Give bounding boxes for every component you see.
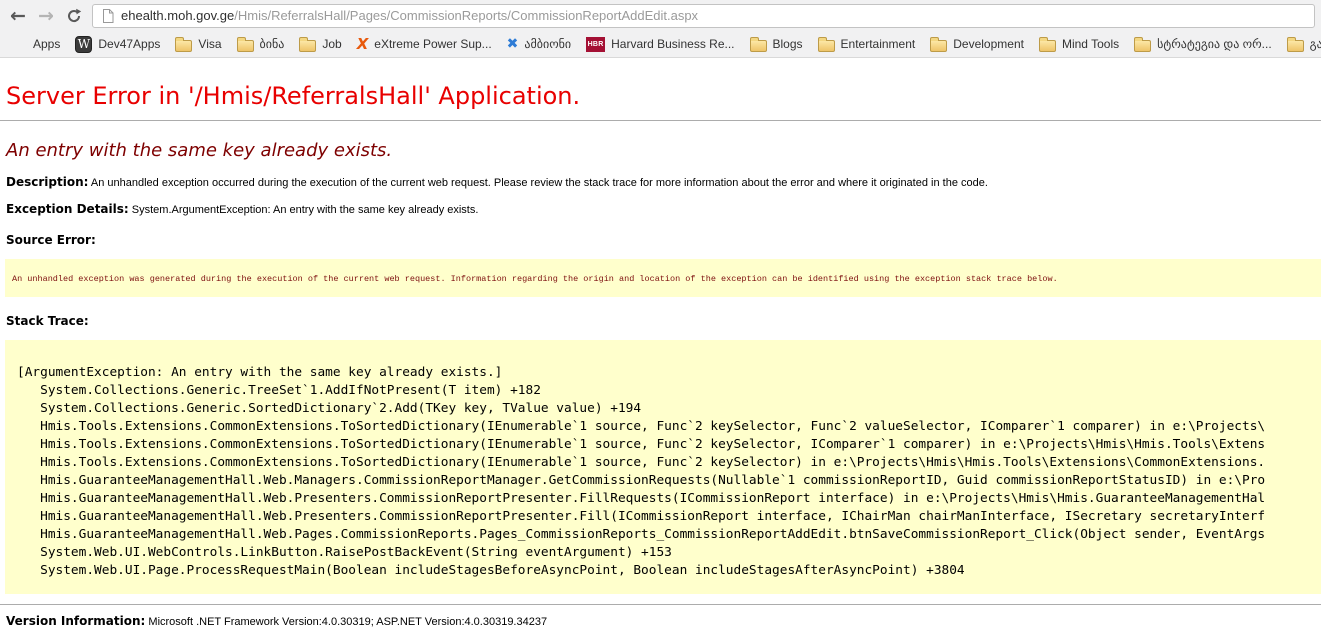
bookmark-item[interactable]: ბინა — [230, 33, 292, 55]
folder-icon — [175, 40, 192, 52]
apps-grid-icon — [13, 37, 27, 51]
source-error-label: Source Error: — [6, 233, 96, 247]
description-label: Description: — [6, 175, 88, 189]
folder-icon — [1039, 40, 1056, 52]
forward-icon[interactable]: → — [32, 3, 60, 29]
url-path: /Hmis/ReferralsHall/Pages/CommissionRepo… — [234, 8, 698, 23]
stack-trace-text: [ArgumentException: An entry with the sa… — [5, 340, 1321, 594]
bookmark-label: Mind Tools — [1062, 37, 1119, 51]
folder-icon — [818, 40, 835, 52]
bookmark-label: Visa — [198, 37, 221, 51]
x-letter-icon: X — [357, 37, 369, 52]
folder-icon — [1134, 40, 1151, 52]
bookmark-label: Dev47Apps — [98, 37, 160, 51]
bookmark-label: ბინა — [260, 37, 285, 51]
error-page: Server Error in '/Hmis/ReferralsHall' Ap… — [0, 58, 1321, 628]
url-host: ehealth.moh.gov.ge — [121, 8, 234, 23]
bookmark-label: სტრატეგია და ორ... — [1157, 37, 1272, 51]
folder-icon — [237, 40, 254, 52]
stack-trace-label: Stack Trace: — [6, 314, 89, 328]
bookmark-label: ამბიონი — [524, 37, 571, 51]
bookmark-item[interactable]: Mind Tools — [1032, 33, 1126, 55]
error-title: Server Error in '/Hmis/ReferralsHall' Ap… — [6, 82, 1321, 110]
folder-icon — [299, 40, 316, 52]
bookmark-item[interactable]: Job — [292, 33, 348, 55]
blue-cross-icon: ✖ — [507, 37, 519, 51]
folder-icon — [1287, 40, 1304, 52]
page-icon[interactable] — [102, 9, 114, 23]
bookmark-item[interactable]: XeXtreme Power Sup... — [350, 34, 499, 55]
bookmarks-bar: Apps W Dev47Apps Visa ბინა Job XeXtreme Power … — [0, 31, 1321, 58]
url-text: ehealth.moh.gov.ge/Hmis/ReferralsHall/Pa… — [121, 8, 698, 23]
stack-trace-heading: Stack Trace: — [6, 312, 1321, 330]
reload-icon[interactable] — [60, 3, 88, 29]
bookmark-item[interactable]: სტრატეგია და ორ... — [1127, 33, 1279, 55]
bookmark-item[interactable]: Visa — [168, 33, 228, 55]
bookmark-label: Job — [322, 37, 341, 51]
source-error-box: An unhandled exception was generated dur… — [5, 259, 1321, 297]
version-text: Microsoft .NET Framework Version:4.0.303… — [148, 616, 547, 628]
bookmark-item[interactable]: Blogs — [743, 33, 810, 55]
exception-details-text: System.ArgumentException: An entry with … — [132, 204, 479, 216]
back-icon[interactable]: ← — [4, 3, 32, 29]
exception-details-label: Exception Details: — [6, 202, 129, 216]
bookmark-item[interactable]: Entertainment — [811, 33, 923, 55]
hbr-icon: HBR — [586, 37, 605, 52]
error-subtitle: An entry with the same key already exist… — [6, 140, 1321, 161]
bookmark-label: Development — [953, 37, 1024, 51]
bookmark-item[interactable]: განათლება — [1280, 33, 1321, 55]
description-row: Description: An unhandled exception occu… — [6, 175, 1321, 189]
wordpress-icon: W — [75, 36, 92, 53]
bookmark-label: განათლება — [1310, 37, 1321, 51]
exception-details-row: Exception Details: System.ArgumentExcept… — [6, 202, 1321, 216]
version-label: Version Information: — [6, 614, 145, 628]
bookmark-item[interactable]: Apps — [6, 34, 67, 54]
bookmark-label: Entertainment — [841, 37, 916, 51]
bookmark-item[interactable]: HBR Harvard Business Re... — [579, 34, 741, 55]
version-row: Version Information: Microsoft .NET Fram… — [6, 614, 1321, 628]
bookmark-item[interactable]: ✖ ამბიონი — [500, 34, 578, 54]
folder-icon — [750, 40, 767, 52]
divider — [0, 120, 1321, 121]
source-error-text: An unhandled exception was generated dur… — [12, 274, 1058, 284]
divider — [0, 604, 1321, 605]
bookmark-label: Apps — [33, 37, 60, 51]
folder-icon — [930, 40, 947, 52]
description-text: An unhandled exception occurred during t… — [91, 177, 988, 189]
source-error-heading: Source Error: — [6, 231, 1321, 249]
bookmark-item[interactable]: Development — [923, 33, 1031, 55]
address-bar[interactable]: ehealth.moh.gov.ge/Hmis/ReferralsHall/Pa… — [92, 4, 1315, 28]
bookmark-label: Harvard Business Re... — [611, 37, 734, 51]
bookmark-label: eXtreme Power Sup... — [374, 37, 491, 51]
bookmark-label: Blogs — [773, 37, 803, 51]
bookmark-item[interactable]: W Dev47Apps — [68, 33, 167, 56]
stack-trace-box: [ArgumentException: An entry with the sa… — [5, 340, 1321, 594]
browser-toolbar: ← → ehealth.moh.gov.ge/Hmis/ReferralsHal… — [0, 0, 1321, 31]
